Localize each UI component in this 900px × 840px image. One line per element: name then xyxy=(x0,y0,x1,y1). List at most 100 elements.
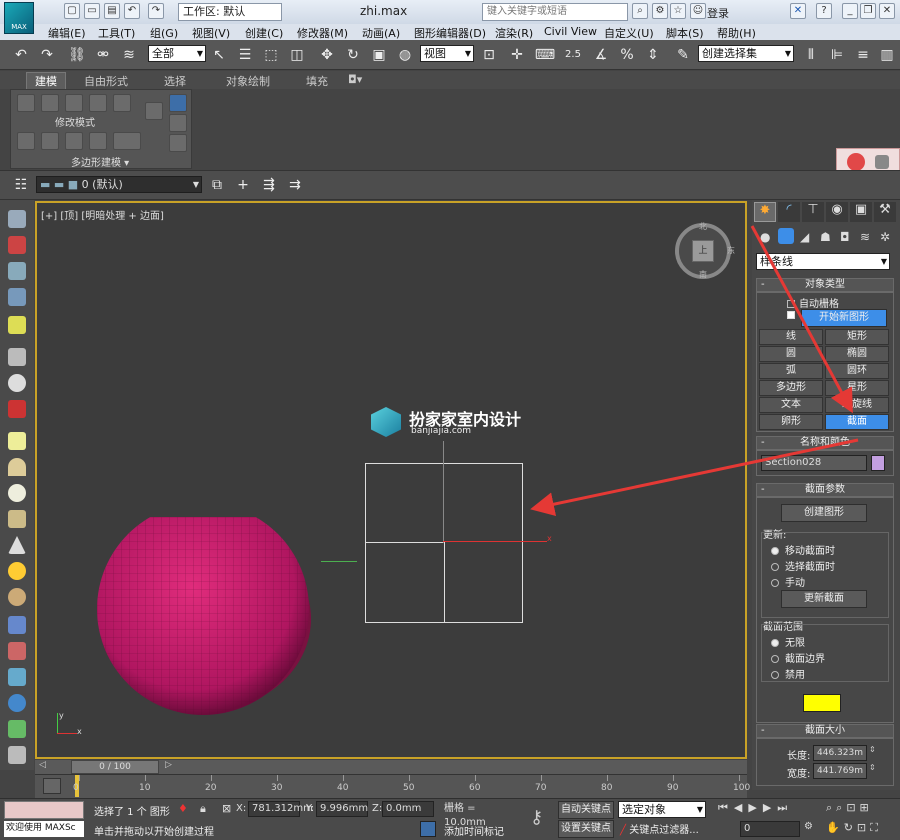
film-icon[interactable] xyxy=(8,400,26,418)
viewport-nav-controls-2[interactable]: ✋↻⊡⛶ xyxy=(826,821,882,835)
shape-egg-button[interactable]: 卵形 xyxy=(759,414,823,430)
teapot-icon[interactable] xyxy=(8,210,26,228)
maxscript-listener[interactable] xyxy=(4,801,84,819)
modify-tab-icon[interactable]: ◜ xyxy=(778,202,800,222)
menu-scripting[interactable]: 脚本(S) xyxy=(666,25,704,41)
create-shape-button[interactable]: 创建图形 xyxy=(781,504,867,522)
shape-helix-button[interactable]: 螺旋线 xyxy=(825,397,889,413)
workspace-dropdown[interactable]: 工作区: 默认 xyxy=(178,3,282,21)
open-folder-icon[interactable]: ▭ xyxy=(84,3,100,19)
time-config-icon[interactable]: ⚙ xyxy=(804,821,813,832)
time-slider[interactable]: 0 / 100 ◁ ▷ xyxy=(35,760,747,774)
link-icon[interactable]: ⛓ xyxy=(66,44,88,66)
rollout-section-params[interactable]: - 截面参数 xyxy=(756,483,894,497)
rotate-icon[interactable]: ↻ xyxy=(342,44,364,66)
undo-icon[interactable]: ↶ xyxy=(124,3,140,19)
menu-customize[interactable]: 自定义(U) xyxy=(604,25,654,41)
layer-dropdown[interactable]: ▬ ▬ ■ 0 (默认) ▼ xyxy=(36,176,202,193)
menu-edit[interactable]: 编辑(E) xyxy=(48,25,86,41)
autogrid-checkbox[interactable]: 自动栅格 xyxy=(787,295,839,310)
unlink-icon[interactable]: ⚮ xyxy=(92,44,114,66)
scene-explorer-icon[interactable]: ▥ xyxy=(876,44,898,66)
update-manual-radio[interactable]: 手动 xyxy=(771,574,805,589)
hierarchy-tab-icon[interactable]: ⊤ xyxy=(802,202,824,222)
collapse-icon[interactable] xyxy=(89,132,107,150)
help-icon[interactable]: ? xyxy=(816,3,832,19)
viewport-top[interactable]: [+] [顶] [明暗处理 + 边面] 上 北 南 东 扮家家室内设计 banj… xyxy=(35,201,747,759)
minimize-icon[interactable]: _ xyxy=(842,3,858,19)
key-mode-dropdown[interactable]: 选定对象 ▼ xyxy=(618,801,706,818)
shape-circle-button[interactable]: 圆 xyxy=(759,346,823,362)
binoculars-icon[interactable]: ⌕ xyxy=(632,3,648,19)
molecule-icon[interactable] xyxy=(8,642,26,660)
geometry-icon[interactable]: ● xyxy=(760,230,770,244)
bind-spacewarp-icon[interactable]: ≋ xyxy=(118,44,140,66)
isolate-icon[interactable]: ♦ xyxy=(178,802,188,815)
create-layer-icon[interactable]: + xyxy=(232,174,254,196)
playback-controls[interactable]: ⏮◀▶▶⏭ xyxy=(718,801,793,815)
scale-icon[interactable]: ▣ xyxy=(368,44,390,66)
layers-icon[interactable]: ☷ xyxy=(10,174,32,196)
pivot-icon[interactable]: ⊡ xyxy=(478,44,500,66)
align-icon[interactable]: ⊫ xyxy=(826,44,848,66)
range-off-radio[interactable]: 禁用 xyxy=(771,666,805,681)
menu-group[interactable]: 组(G) xyxy=(150,25,178,41)
width-spinner-icon[interactable]: ⇕ xyxy=(869,763,876,772)
length-spinner-icon[interactable]: ⇕ xyxy=(869,745,876,754)
net-icon[interactable] xyxy=(8,668,26,686)
shape-ellipse-button[interactable]: 椭圆 xyxy=(825,346,889,362)
group-label[interactable]: 多边形建模 ▾ xyxy=(71,154,129,169)
preview-icon[interactable] xyxy=(169,114,187,132)
save-icon[interactable]: ▤ xyxy=(104,3,120,19)
hf-icon[interactable] xyxy=(8,746,26,764)
menu-help[interactable]: 帮助(H) xyxy=(717,25,756,41)
shape-rectangle-button[interactable]: 矩形 xyxy=(825,329,889,345)
update-on-select-radio[interactable]: 选择截面时 xyxy=(771,558,835,573)
absolute-mode-icon[interactable]: ⊠ xyxy=(222,802,231,815)
edit-named-selection-icon[interactable]: ✎ xyxy=(672,44,694,66)
menu-tools[interactable]: 工具(T) xyxy=(98,25,135,41)
utilities-tab-icon[interactable]: ⚒ xyxy=(874,202,896,222)
light-icon[interactable] xyxy=(8,316,26,334)
mini-curve-editor-icon[interactable] xyxy=(43,778,61,794)
show-end-icon[interactable] xyxy=(145,102,163,120)
plane-icon[interactable] xyxy=(8,432,26,450)
percent-snap-icon[interactable]: % xyxy=(616,44,638,66)
object-color-swatch[interactable] xyxy=(871,455,885,471)
window-crossing-icon[interactable]: ◫ xyxy=(286,44,308,66)
use-soft-selection-icon[interactable] xyxy=(169,94,187,112)
key-icon[interactable]: ⚷ xyxy=(530,807,543,828)
tab-modeling[interactable]: 建模 xyxy=(26,72,66,89)
cameras-icon[interactable]: ☗ xyxy=(820,230,831,244)
hemisphere-icon[interactable] xyxy=(8,458,26,476)
exchange-icon[interactable]: ✕ xyxy=(790,3,806,19)
start-new-shape-checkbox[interactable] xyxy=(787,311,795,319)
tab-selection[interactable]: 选择 xyxy=(164,73,186,89)
time-slider-thumb[interactable]: 0 / 100 xyxy=(71,760,159,774)
new-file-icon[interactable]: ▢ xyxy=(64,3,80,19)
shape-text-button[interactable]: 文本 xyxy=(759,397,823,413)
rect-selection-icon[interactable]: ⬚ xyxy=(260,44,282,66)
cone-icon[interactable] xyxy=(8,536,26,554)
layer-explorer-icon[interactable]: ≡ xyxy=(852,44,874,66)
viewcube[interactable]: 上 北 南 东 xyxy=(675,222,735,279)
selection-filter-dropdown[interactable]: 全部 ▼ xyxy=(148,45,206,62)
add-time-tag-label[interactable]: 添加时间标记 xyxy=(444,823,504,838)
tab-populate[interactable]: 填充 xyxy=(306,73,328,89)
shape-donut-button[interactable]: 圆环 xyxy=(825,363,889,379)
user-icon[interactable]: ☺ xyxy=(690,3,706,19)
app-logo[interactable]: MAX xyxy=(4,2,34,34)
update-section-button[interactable]: 更新截面 xyxy=(781,590,867,608)
ball-icon[interactable] xyxy=(8,484,26,502)
placement-icon[interactable]: ◍ xyxy=(394,44,416,66)
update-on-move-radio[interactable]: 移动截面时 xyxy=(771,542,835,557)
undo-icon[interactable]: ↶ xyxy=(10,44,32,66)
spacewarps-icon[interactable]: ≋ xyxy=(860,230,870,244)
orb-icon[interactable] xyxy=(8,588,26,606)
range-boundary-radio[interactable]: 截面边界 xyxy=(771,650,825,665)
spinner-snap-icon[interactable]: ⇕ xyxy=(642,44,664,66)
current-frame-input[interactable]: 0 xyxy=(740,821,800,837)
grass-icon[interactable] xyxy=(8,720,26,738)
subscription-icon[interactable]: ⚙ xyxy=(652,3,668,19)
keyboard-shortcut-icon[interactable]: ⌨ xyxy=(534,44,556,66)
